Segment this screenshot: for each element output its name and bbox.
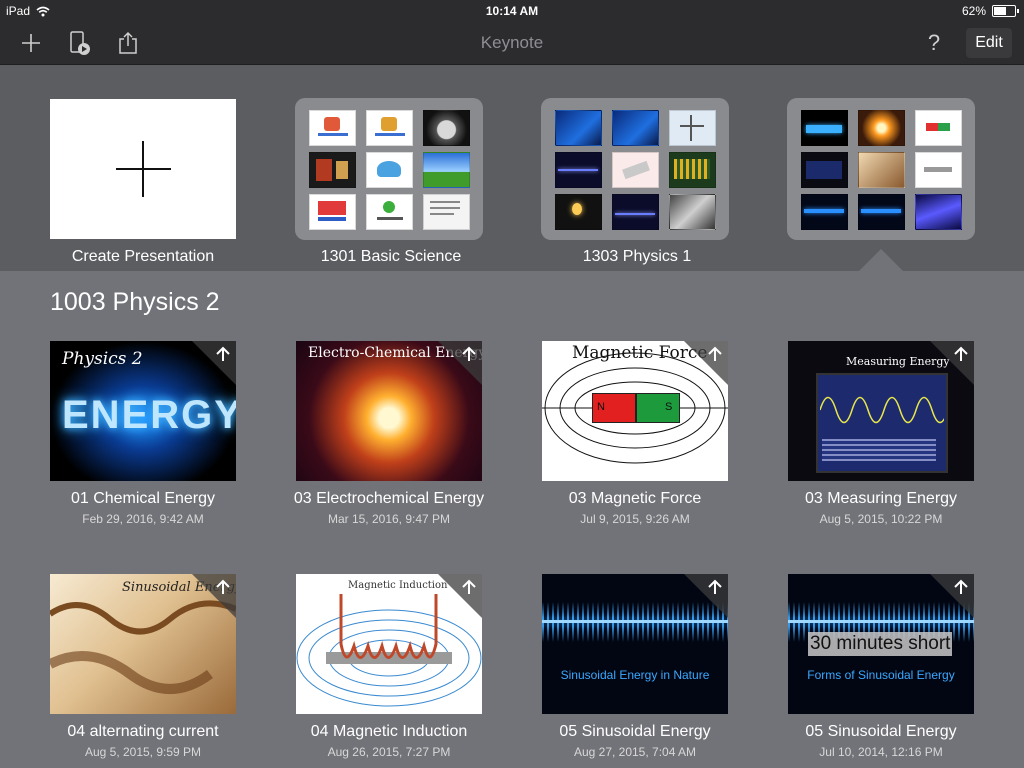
help-button[interactable]: ?: [922, 28, 946, 58]
folder-mini-thumb: [801, 110, 848, 146]
presentation-thumbnail[interactable]: Magnetic Induction: [296, 574, 482, 714]
presentation-date: Jul 10, 2014, 12:16 PM: [819, 745, 943, 759]
open-folder-title: 1003 Physics 2: [50, 288, 220, 316]
presentation-item[interactable]: Sinusoidal Energy 04 alternating current…: [0, 574, 236, 764]
folder-mini-thumb: [423, 194, 470, 230]
cloud-upload-badge: [930, 341, 974, 385]
status-time: 10:14 AM: [485, 4, 539, 18]
folder-mini-thumb: [915, 194, 962, 230]
presentation-date: Aug 5, 2015, 10:22 PM: [819, 512, 943, 526]
oscilloscope-screen: [816, 373, 948, 473]
presentation-item[interactable]: 30 minutes short Forms of Sinusoidal Ene…: [722, 574, 974, 764]
folder-strip: Create Presentation 1301 Basic Science 1…: [0, 65, 1024, 271]
presentation-thumbnail[interactable]: Measuring Energy: [788, 341, 974, 481]
presentation-item[interactable]: Measuring Energy 03 Measuring Energy Aug…: [722, 341, 974, 531]
thumb-title: 30 minutes short: [808, 632, 953, 656]
wave-center-line: [542, 620, 728, 623]
folder-mini-thumb: [669, 152, 716, 188]
folder-mini-thumb: [801, 194, 848, 230]
folder-mini-thumb: [801, 152, 848, 188]
presentation-thumbnail[interactable]: Sinusoidal Energy: [50, 574, 236, 714]
create-presentation-tile[interactable]: [50, 99, 236, 239]
folder-basic-science[interactable]: [295, 98, 483, 240]
presentation-thumbnail[interactable]: Physics 2 ENERGY: [50, 341, 236, 481]
folder-mini-thumb: [309, 194, 356, 230]
magnet-south: S: [636, 393, 680, 423]
edit-button[interactable]: Edit: [966, 28, 1012, 58]
thumb-title: Physics 2: [62, 349, 143, 369]
folder-mini-thumb: [555, 110, 602, 146]
folder-mini-thumb: [423, 110, 470, 146]
folder-mini-thumb: [366, 152, 413, 188]
folder-mini-thumb: [669, 194, 716, 230]
app-title: Keynote: [480, 33, 544, 52]
folder-mini-thumb: [423, 152, 470, 188]
folder-mini-thumb: [555, 194, 602, 230]
folder-mini-thumb: [309, 110, 356, 146]
thumb-title: Sinusoidal Energy in Nature: [560, 668, 710, 682]
folder-mini-thumb: [915, 152, 962, 188]
presentation-thumbnail[interactable]: Sinusoidal Energy in Nature: [542, 574, 728, 714]
presentation-name: 03 Measuring Energy: [804, 490, 958, 507]
folder-mini-thumb: [612, 110, 659, 146]
folder-mini-thumb: [858, 194, 905, 230]
presentation-thumbnail[interactable]: 30 minutes short Forms of Sinusoidal Ene…: [788, 574, 974, 714]
upload-arrow-icon: [954, 579, 968, 594]
toolbar: Keynote ? Edit: [0, 22, 1024, 65]
thumb-subtitle: ENERGY: [62, 393, 236, 437]
presentation-item[interactable]: Electro-Chemical Energy 03 Electrochemic…: [230, 341, 484, 531]
cloud-upload-badge: [930, 574, 974, 618]
presentation-name: 05 Sinusoidal Energy: [805, 723, 957, 740]
folder-mini-thumb: [612, 152, 659, 188]
magnet-north: N: [592, 393, 636, 423]
folder-label: 1303 Physics 1: [582, 248, 692, 265]
status-bar: iPad 10:14 AM 62%: [0, 0, 1024, 22]
presentation-item[interactable]: Sinusoidal Energy in Nature 05 Sinusoida…: [476, 574, 728, 764]
folder-label: 1301 Basic Science: [320, 248, 462, 265]
sine-wave-icon: [820, 396, 944, 424]
presentation-thumbnail[interactable]: Electro-Chemical Energy: [296, 341, 482, 481]
presentation-item[interactable]: Physics 2 ENERGY 01 Chemical Energy Feb …: [0, 341, 236, 531]
presentation-thumbnail[interactable]: Magnetic Force N S: [542, 341, 728, 481]
presentation-item[interactable]: Magnetic Force N S 03 Magnetic Force Jul…: [476, 341, 728, 531]
upload-arrow-icon: [954, 346, 968, 361]
folder-mini-thumb: [366, 110, 413, 146]
open-folder-pointer: [859, 249, 903, 271]
folder-physics-2[interactable]: [787, 98, 975, 240]
folder-mini-thumb: [858, 110, 905, 146]
folder-mini-thumb: [612, 194, 659, 230]
folder-mini-thumb: [669, 110, 716, 146]
battery-icon: [992, 5, 1019, 17]
folder-mini-thumb: [366, 194, 413, 230]
create-presentation-label: Create Presentation: [71, 248, 215, 265]
folder-physics-1[interactable]: [541, 98, 729, 240]
folder-mini-thumb: [555, 152, 602, 188]
folder-mini-thumb: [915, 110, 962, 146]
battery-percent: 62%: [961, 4, 986, 18]
folder-mini-thumb: [858, 152, 905, 188]
thumb-subtitle: Forms of Sinusoidal Energy: [807, 668, 955, 682]
plus-icon-v: [142, 141, 144, 197]
presentation-item[interactable]: Magnetic Induction 04 Magnetic Induction…: [230, 574, 482, 764]
folder-mini-thumb: [309, 152, 356, 188]
wave-center-line: [788, 620, 974, 623]
